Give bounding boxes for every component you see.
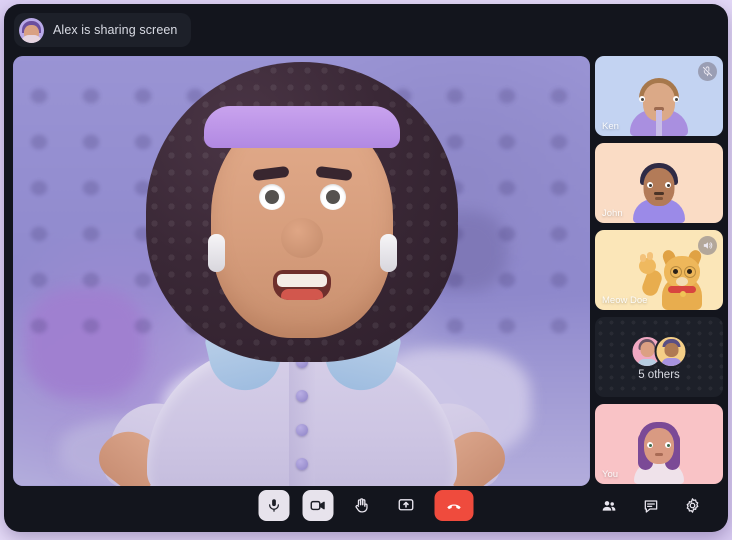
avatar-earbud-left — [208, 234, 225, 272]
avatar-mouth — [273, 270, 331, 300]
presenter-avatar — [19, 18, 44, 43]
avatar-eye-left — [259, 184, 285, 210]
participant-name: You — [602, 469, 618, 480]
microphone-button[interactable] — [259, 490, 290, 521]
avatar-eye-right — [320, 184, 346, 210]
chat-button[interactable] — [635, 490, 666, 521]
sharing-status-text: Alex is sharing screen — [53, 23, 177, 37]
gear-icon[interactable] — [677, 490, 708, 521]
avatar-earbud-right — [380, 234, 397, 272]
avatar-headband — [204, 106, 400, 148]
others-avatar-2 — [655, 335, 688, 368]
participant-tile-john[interactable]: John — [595, 143, 723, 223]
others-count-label: 5 others — [595, 369, 723, 381]
speaker-icon — [698, 236, 717, 255]
raise-hand-button[interactable] — [347, 490, 378, 521]
participant-tile-meow-doe[interactable]: Meow Doe — [595, 230, 723, 310]
control-bar-right — [593, 490, 708, 521]
avatar-nose — [281, 218, 323, 258]
video-call-window: Alex is sharing screen — [4, 4, 728, 532]
main-speaker-avatar — [92, 56, 512, 486]
others-tile[interactable]: 5 others — [595, 317, 723, 397]
mic-muted-icon — [698, 62, 717, 81]
participant-sidebar: Ken John — [595, 56, 723, 486]
control-bar-center — [259, 490, 474, 521]
avatar-torso — [147, 346, 457, 486]
participant-name: Ken — [602, 121, 619, 132]
sharing-status-pill: Alex is sharing screen — [14, 13, 191, 47]
main-video-stage[interactable] — [13, 56, 590, 486]
participant-tile-ken[interactable]: Ken — [595, 56, 723, 136]
participant-name: John — [602, 208, 623, 219]
share-screen-button[interactable] — [391, 490, 422, 521]
participant-tile-you[interactable]: You — [595, 404, 723, 484]
participants-button[interactable] — [593, 490, 624, 521]
end-call-button[interactable] — [435, 490, 474, 521]
participant-name: Meow Doe — [602, 295, 647, 306]
header-bar: Alex is sharing screen — [4, 4, 728, 54]
camera-button[interactable] — [303, 490, 334, 521]
control-bar — [4, 486, 728, 532]
others-avatar-group — [631, 335, 688, 368]
